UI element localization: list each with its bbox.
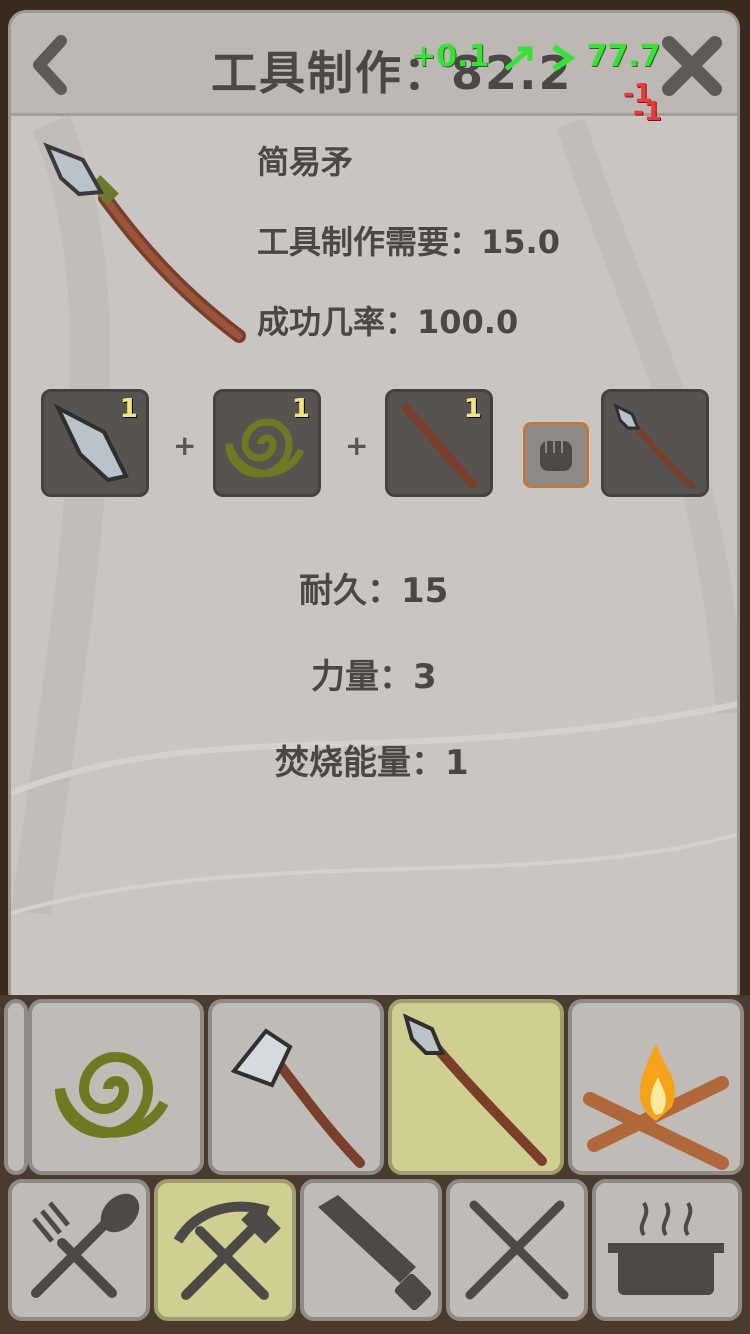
- durability-stat: 耐久：15: [299, 571, 449, 611]
- ingredient-count: 1: [119, 394, 138, 424]
- loss-indicator-2: -1: [633, 97, 662, 127]
- tab-tools[interactable]: [154, 1179, 296, 1321]
- stone-axe-icon: [230, 1028, 365, 1168]
- strength-stat: 力量：3: [311, 657, 437, 697]
- recipe-tile-spear[interactable]: [388, 999, 564, 1175]
- back-button[interactable]: [27, 35, 77, 95]
- tab-weapons[interactable]: [446, 1179, 588, 1321]
- fork-spoon-icon: [31, 1193, 140, 1298]
- chevron-right-icon: [552, 44, 576, 71]
- ingredient-slot-rope[interactable]: 1: [213, 389, 321, 497]
- fist-icon: [540, 441, 572, 471]
- header-bar: 工具制作：82.2 +0.1 77.7 -1 -1: [11, 13, 737, 127]
- arrow-up-icon: [504, 46, 533, 71]
- craft-by-hand-button[interactable]: [523, 422, 589, 488]
- crafting-panel: 工具制作：82.2 +0.1 77.7 -1 -1 简易矛 工具制作需要：15.…: [8, 10, 740, 1010]
- tab-crafting[interactable]: [300, 1179, 442, 1321]
- xp-gain-amount: +0.1: [411, 39, 490, 74]
- close-icon: [662, 36, 722, 96]
- recipe-tile-partial[interactable]: [4, 999, 28, 1175]
- recipe-tile-rope[interactable]: [28, 999, 204, 1175]
- pickaxe-hammer-icon: [173, 1201, 281, 1300]
- spear-icon: [613, 403, 695, 489]
- item-name: 简易矛: [257, 143, 354, 181]
- success-rate-text: 成功几率：100.0: [257, 303, 519, 341]
- cooking-pot-icon: [608, 1202, 724, 1295]
- campfire-icon: [583, 1043, 729, 1170]
- xp-gain-indicator: +0.1 77.7: [411, 39, 661, 74]
- ingredient-slot-stone-blade[interactable]: 1: [41, 389, 149, 497]
- ingredient-slot-stick[interactable]: 1: [385, 389, 493, 497]
- spear-icon: [402, 1013, 547, 1166]
- requirement-text: 工具制作需要：15.0: [257, 223, 560, 261]
- plus-sign: +: [173, 429, 197, 462]
- tab-cooking[interactable]: [8, 1179, 150, 1321]
- plus-sign: +: [345, 429, 369, 462]
- recipe-tile-campfire[interactable]: [568, 999, 744, 1175]
- burn-energy-stat: 焚烧能量：1: [275, 743, 469, 783]
- ingredient-count: 1: [291, 394, 310, 424]
- chevron-left-icon: [33, 35, 67, 95]
- ingredient-count: 1: [463, 394, 482, 424]
- crossed-knives-icon: [465, 1200, 569, 1300]
- bottom-bar: [0, 995, 750, 1334]
- tab-boiling[interactable]: [592, 1179, 742, 1321]
- recipe-tile-stone-axe[interactable]: [208, 999, 384, 1175]
- saw-icon: [318, 1195, 432, 1311]
- rope-coil-icon: [55, 1052, 169, 1138]
- result-slot-spear[interactable]: [601, 389, 709, 497]
- spear-icon: [43, 142, 246, 343]
- xp-value: 77.7: [586, 39, 661, 74]
- close-button[interactable]: [657, 31, 727, 101]
